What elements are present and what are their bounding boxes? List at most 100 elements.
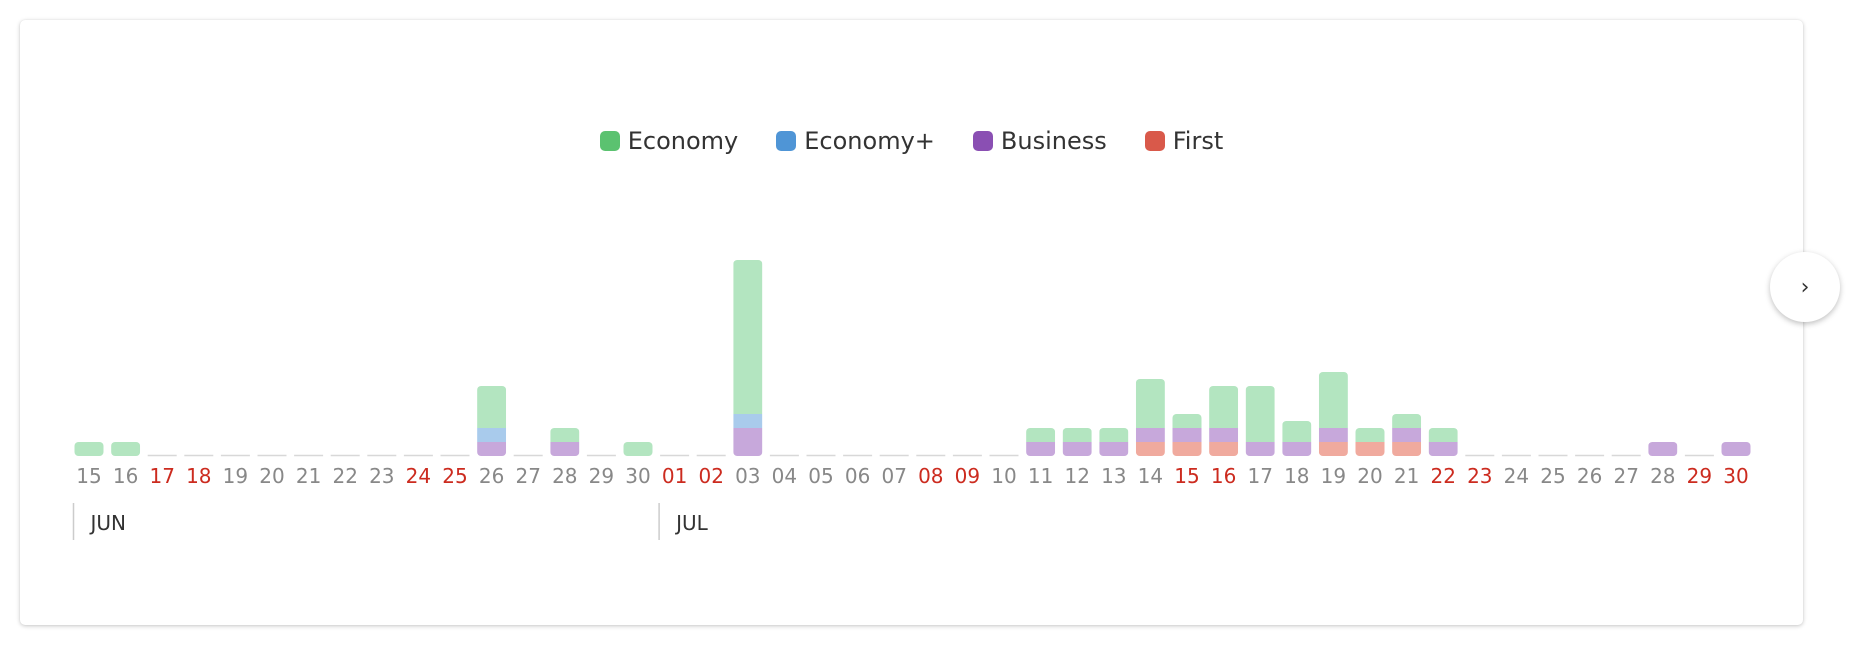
bar-segment-business[interactable] [1209,428,1239,442]
x-tick-label: 22 [1430,464,1455,488]
x-tick-label: 06 [845,464,870,488]
x-tick-label: 17 [149,464,174,488]
bar-stack[interactable] [74,442,104,456]
bar-segment-economy[interactable] [733,260,763,414]
bar-segment-economy[interactable] [1428,428,1458,442]
x-tick-label: 30 [625,464,650,488]
x-tick-label: 24 [406,464,431,488]
bar-segment-first[interactable] [1135,442,1165,456]
x-tick-label: 11 [1028,464,1053,488]
x-tick-label: 21 [296,464,321,488]
bar-segment-economy[interactable] [1026,428,1056,442]
bar-segment-business[interactable] [550,442,580,456]
x-tick-label: 30 [1723,464,1748,488]
bar-segment-economy[interactable] [1282,421,1312,442]
x-tick-label: 23 [369,464,394,488]
bar-segment-economy[interactable] [74,442,104,456]
bar-stack[interactable] [111,442,141,456]
bar-segment-economy-plus[interactable] [733,414,763,428]
bar-stack[interactable] [1099,428,1129,456]
bar-segment-business[interactable] [1282,442,1312,456]
bar-segment-business[interactable] [733,428,763,456]
bar-stack[interactable] [1392,414,1422,456]
bar-stack[interactable] [1172,414,1202,456]
bar-segment-business[interactable] [477,442,507,456]
bar-segment-economy[interactable] [550,428,580,442]
x-tick-label: 03 [735,464,760,488]
bar-segment-economy[interactable] [477,386,507,428]
bar-segment-economy[interactable] [1172,414,1202,428]
month-label: JUN [89,511,127,535]
bar-segment-business[interactable] [1135,428,1165,442]
x-tick-label: 25 [1540,464,1565,488]
x-tick-label: 07 [881,464,906,488]
bar-segment-business[interactable] [1099,442,1129,456]
bar-segment-business[interactable] [1172,428,1202,442]
x-tick-label: 09 [955,464,980,488]
bar-segment-business[interactable] [1245,442,1275,456]
x-tick-label: 23 [1467,464,1492,488]
bar-segment-economy[interactable] [623,442,653,456]
bar-segment-business[interactable] [1026,442,1056,456]
bar-chart: 15 16 17 18 19 20 21 22 23 24 25 26 27 28 29 30 01 02 03 04… [72,260,1751,540]
x-tick-label: 02 [698,464,723,488]
bar-segment-economy[interactable] [1245,386,1275,442]
bar-segment-business[interactable] [1721,442,1751,456]
x-tick-label: 20 [1357,464,1382,488]
bar-stack[interactable] [1245,386,1275,456]
bar-segment-economy[interactable] [1062,428,1092,442]
x-tick-label: 26 [1577,464,1602,488]
x-tick-label: 24 [1504,464,1529,488]
bar-segment-economy[interactable] [1209,386,1239,428]
x-tick-label: 22 [332,464,357,488]
bar-stack[interactable] [1282,421,1312,456]
bar-segment-first[interactable] [1172,442,1202,456]
x-tick-label: 16 [1211,464,1236,488]
bar-segment-business[interactable] [1428,442,1458,456]
bar-stack[interactable] [1135,379,1165,456]
bar-segment-economy-plus[interactable] [477,428,507,442]
x-tick-label: 27 [515,464,540,488]
bar-stack[interactable] [1355,428,1385,456]
bar-segment-economy[interactable] [1135,379,1165,428]
bar-segment-first[interactable] [1355,442,1385,456]
bar-stack[interactable] [1721,442,1751,456]
bar-stack[interactable] [1026,428,1056,456]
x-tick-label: 13 [1101,464,1126,488]
bar-segment-business[interactable] [1648,442,1678,456]
bar-segment-business[interactable] [1062,442,1092,456]
x-tick-label: 17 [1247,464,1272,488]
bar-segment-economy[interactable] [1355,428,1385,442]
bar-segment-first[interactable] [1209,442,1239,456]
bar-stack[interactable] [477,386,507,456]
bar-stack[interactable] [1318,372,1348,456]
bar-segment-business[interactable] [1318,428,1348,442]
x-tick-label: 28 [552,464,577,488]
bar-segment-economy[interactable] [111,442,141,456]
bar-segment-first[interactable] [1392,442,1422,456]
bar-segment-economy[interactable] [1318,372,1348,428]
x-tick-label: 16 [113,464,138,488]
x-tick-label: 15 [76,464,101,488]
bar-stack[interactable] [733,260,763,456]
bar-stack[interactable] [623,442,653,456]
bar-segment-economy[interactable] [1099,428,1129,442]
x-tick-label: 25 [442,464,467,488]
bar-segment-economy[interactable] [1392,414,1422,428]
next-page-button[interactable]: › [1770,252,1840,322]
x-tick-label: 18 [1284,464,1309,488]
x-tick-label: 08 [918,464,943,488]
bar-stack[interactable] [1648,442,1678,456]
x-tick-label: 14 [1138,464,1163,488]
chevron-right-icon: › [1800,274,1810,300]
x-tick-label: 29 [589,464,614,488]
bar-segment-first[interactable] [1318,442,1348,456]
x-tick-label: 12 [1064,464,1089,488]
bar-stack[interactable] [550,428,580,456]
bar-stack[interactable] [1428,428,1458,456]
bar-segment-business[interactable] [1392,428,1422,442]
bar-stack[interactable] [1062,428,1092,456]
x-tick-label: 04 [772,464,797,488]
x-tick-label: 27 [1613,464,1638,488]
bar-stack[interactable] [1209,386,1239,456]
